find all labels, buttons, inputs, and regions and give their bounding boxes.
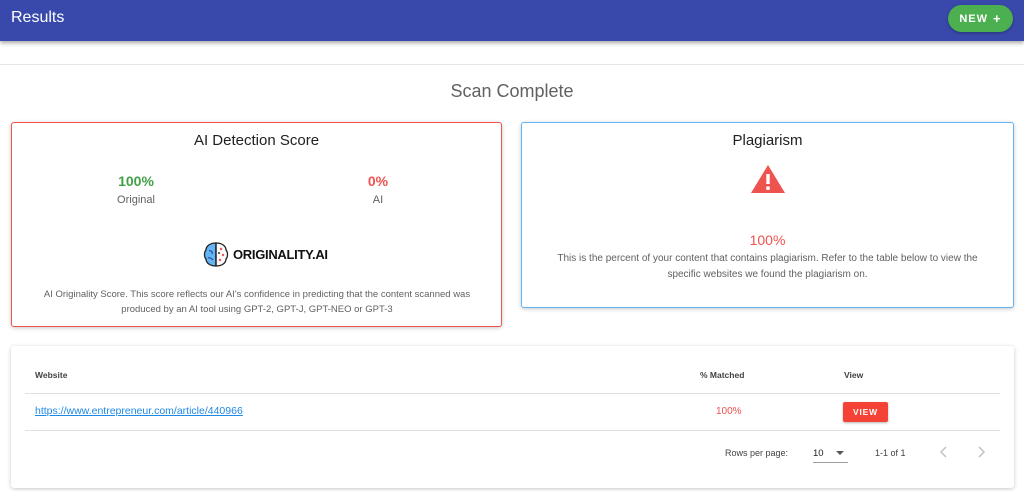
plus-icon: + — [993, 11, 1002, 26]
previous-page-button[interactable] — [934, 442, 954, 462]
chevron-right-icon — [978, 446, 985, 458]
new-scan-button[interactable]: NEW + — [948, 5, 1013, 32]
website-link[interactable]: https://www.entrepreneur.com/article/440… — [35, 405, 243, 417]
chevron-left-icon — [940, 446, 947, 458]
plagiarism-card: Plagiarism 100% This is the percent of y… — [521, 122, 1014, 308]
ai-score: 0% AI — [298, 173, 458, 206]
caret-down-icon — [836, 451, 844, 455]
ai-detection-card: AI Detection Score 100% Original 0% AI O… — [11, 122, 502, 327]
row-divider — [25, 430, 1000, 431]
original-score-label: Original — [117, 194, 155, 206]
scan-status-title: Scan Complete — [450, 81, 574, 101]
plagiarism-results-table: Website % Matched View https://www.entre… — [11, 346, 1014, 488]
originality-logo: ORIGINALITY.AI — [202, 239, 328, 269]
original-score: 100% Original — [56, 173, 216, 206]
divider — [0, 64, 1024, 65]
pagination-range: 1-1 of 1 — [875, 448, 906, 458]
original-score-value: 100% — [118, 173, 154, 189]
app-bar: Results NEW + — [0, 0, 1024, 41]
rows-per-page-select[interactable]: 10 — [813, 443, 848, 463]
view-button[interactable]: VIEW — [843, 402, 888, 422]
logo-text: ORIGINALITY.AI — [233, 246, 328, 262]
matched-percent: 100% — [716, 406, 742, 417]
plagiarism-percent: 100% — [749, 232, 786, 248]
rows-per-page-value: 10 — [813, 448, 824, 459]
column-header-matched: % Matched — [700, 370, 745, 380]
warning-icon — [751, 165, 785, 193]
column-header-view: View — [844, 370, 864, 380]
ai-score-value: 0% — [367, 173, 389, 189]
ai-card-title: AI Detection Score — [193, 132, 320, 149]
ai-score-description: AI Originality Score. This score reflect… — [43, 289, 471, 315]
ai-score-label: AI — [372, 194, 384, 206]
next-page-button[interactable] — [971, 442, 991, 462]
plagiarism-description: This is the percent of your content that… — [557, 253, 978, 280]
rows-per-page-label: Rows per page: — [725, 448, 789, 458]
brain-icon — [203, 242, 229, 267]
new-button-label: NEW — [959, 12, 989, 25]
header-divider — [25, 393, 1000, 394]
plagiarism-card-title: Plagiarism — [732, 132, 803, 149]
column-header-website: Website — [35, 370, 68, 380]
page-title: Results — [11, 9, 65, 26]
